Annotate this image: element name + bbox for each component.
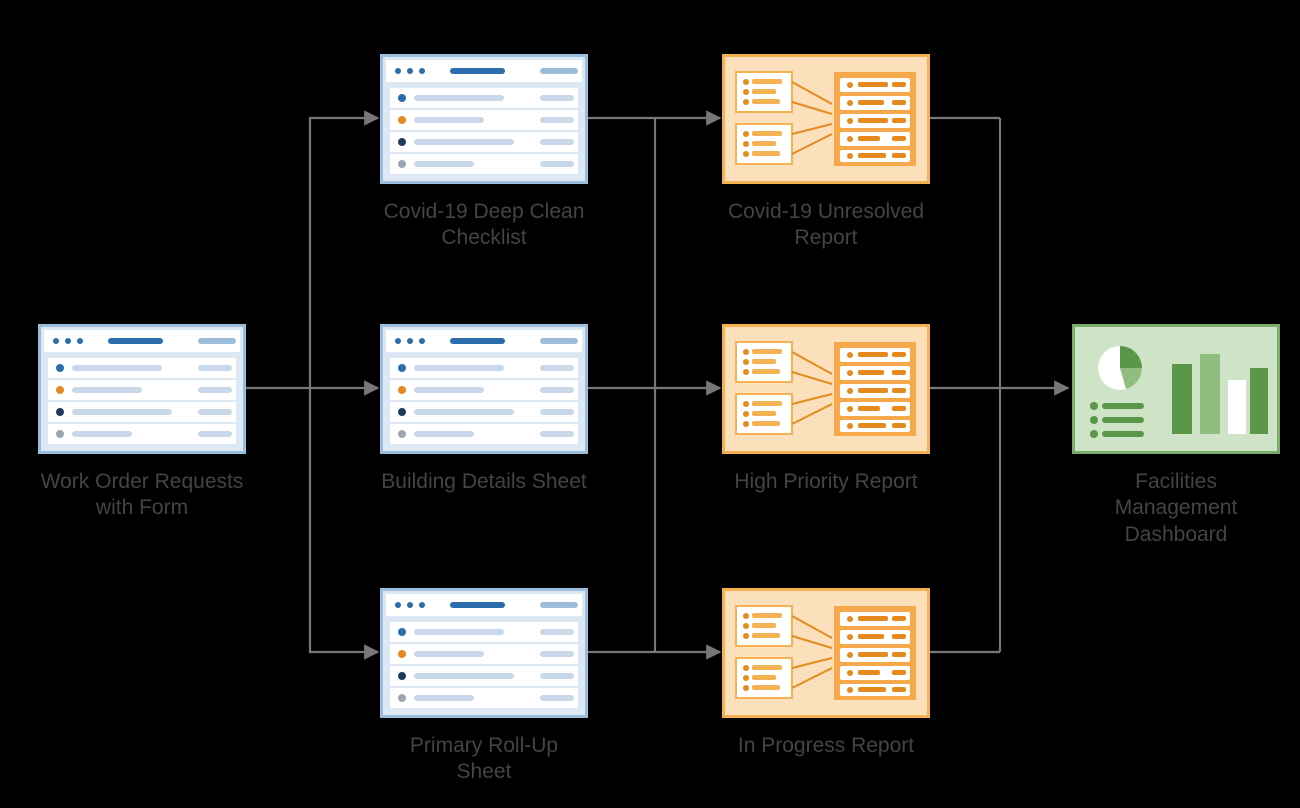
- node-sheet2-label: Building Details Sheet: [380, 469, 588, 495]
- node-report3: In Progress Report: [722, 588, 930, 759]
- sheet-icon: [380, 588, 588, 718]
- dashboard-icon: [1072, 324, 1280, 454]
- sheet-icon: [380, 324, 588, 454]
- report-icon: [722, 324, 930, 454]
- node-sheet1: Covid-19 Deep Clean Checklist: [380, 54, 588, 252]
- sheet-icon: [380, 54, 588, 184]
- node-report1: Covid-19 Unresolved Report: [722, 54, 930, 252]
- node-sheet3-label: Primary Roll-Up Sheet: [380, 733, 588, 786]
- node-dashboard: Facilities Management Dashboard: [1072, 324, 1280, 548]
- node-source-label: Work Order Requests with Form: [38, 469, 246, 522]
- node-sheet1-label: Covid-19 Deep Clean Checklist: [380, 199, 588, 252]
- node-sheet3: Primary Roll-Up Sheet: [380, 588, 588, 786]
- node-sheet2: Building Details Sheet: [380, 324, 588, 495]
- report-icon: [722, 588, 930, 718]
- node-dashboard-label: Facilities Management Dashboard: [1072, 469, 1280, 548]
- node-report3-label: In Progress Report: [722, 733, 930, 759]
- node-source: Work Order Requests with Form: [38, 324, 246, 522]
- node-report1-label: Covid-19 Unresolved Report: [722, 199, 930, 252]
- node-report2-label: High Priority Report: [722, 469, 930, 495]
- sheet-icon: [38, 324, 246, 454]
- report-icon: [722, 54, 930, 184]
- node-report2: High Priority Report: [722, 324, 930, 495]
